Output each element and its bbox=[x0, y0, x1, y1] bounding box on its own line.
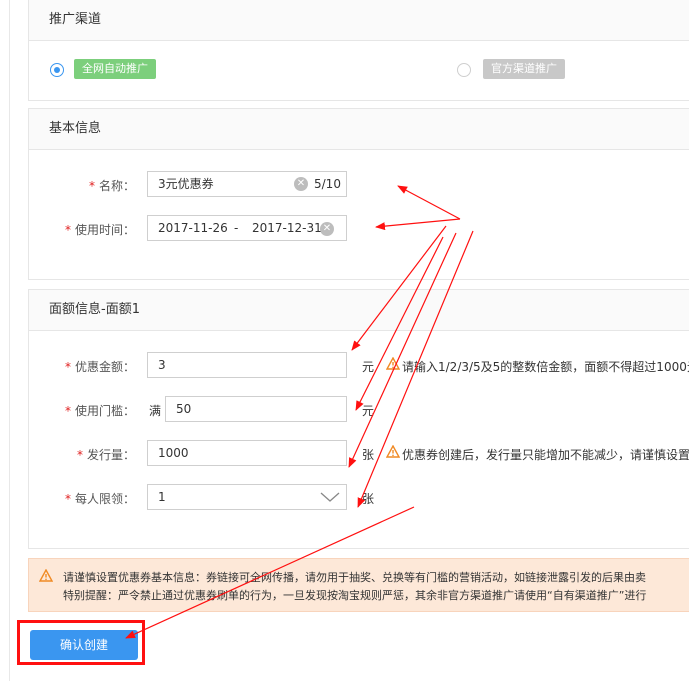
name-char-count: 5/10 bbox=[314, 177, 341, 191]
limit-label-text: 每人限领： bbox=[74, 492, 135, 506]
warning-icon bbox=[386, 357, 400, 370]
issue-input[interactable]: 1000 bbox=[147, 440, 347, 466]
required-star: * bbox=[64, 223, 71, 237]
radio-auto-promotion[interactable] bbox=[50, 63, 64, 77]
denomination-panel: 面额信息-面额1 bbox=[28, 289, 689, 549]
notice-box: 请谨慎设置优惠券基本信息：券链接可全网传播，请勿用于抽奖、兑换等有门槛的营销活动… bbox=[28, 558, 689, 612]
amount-value: 3 bbox=[158, 358, 166, 372]
name-value: 3元优惠券 bbox=[158, 177, 214, 191]
threshold-prefix: 满 bbox=[149, 404, 162, 418]
amount-label: * 优惠金额： bbox=[15, 358, 135, 375]
clear-date-icon[interactable]: ✕ bbox=[320, 222, 334, 236]
amount-tip: 请输入1/2/3/5及5的整数倍金额，面额不得超过1000元 bbox=[402, 360, 689, 374]
threshold-input[interactable]: 50 bbox=[165, 396, 347, 422]
amount-label-text: 优惠金额： bbox=[74, 360, 135, 374]
issue-label-text: 发行量： bbox=[86, 448, 135, 462]
required-star: * bbox=[88, 179, 95, 193]
warning-icon bbox=[386, 445, 400, 458]
amount-unit: 元 bbox=[362, 360, 375, 374]
warning-icon bbox=[39, 569, 53, 582]
limit-select[interactable]: 1 bbox=[147, 484, 347, 510]
option-official-promotion-label[interactable]: 官方渠道推广 bbox=[483, 59, 565, 79]
left-divider bbox=[9, 0, 10, 681]
limit-label: * 每人限领： bbox=[15, 490, 135, 507]
channel-panel: 推广渠道 全网自动推广 官方渠道推广 bbox=[28, 0, 689, 101]
date-range-input[interactable]: 2017-11-26 - 2017-12-31 bbox=[147, 215, 347, 241]
channel-title: 推广渠道 bbox=[29, 0, 689, 41]
issue-tip: 优惠券创建后，发行量只能增加不能减少，请谨慎设置 bbox=[402, 448, 689, 462]
denomination-title: 面额信息-面额1 bbox=[29, 290, 689, 331]
threshold-label-text: 使用门槛： bbox=[74, 404, 135, 418]
basic-info-title: 基本信息 bbox=[29, 109, 689, 150]
required-star: * bbox=[64, 404, 71, 418]
issue-label: * 发行量： bbox=[15, 446, 135, 463]
basic-info-panel: 基本信息 bbox=[28, 108, 689, 280]
annotation-highlight-box bbox=[17, 620, 145, 665]
notice-line-1: 请谨慎设置优惠券基本信息：券链接可全网传播，请勿用于抽奖、兑换等有门槛的营销活动… bbox=[63, 571, 646, 584]
threshold-label: * 使用门槛： bbox=[15, 402, 135, 419]
limit-unit: 张 bbox=[362, 492, 375, 506]
limit-value: 1 bbox=[158, 490, 166, 504]
start-date: 2017-11-26 bbox=[158, 221, 228, 235]
required-star: * bbox=[64, 360, 71, 374]
required-star: * bbox=[76, 448, 83, 462]
radio-official-promotion[interactable] bbox=[457, 63, 471, 77]
time-label: * 使用时间： bbox=[15, 221, 135, 238]
threshold-value: 50 bbox=[176, 402, 192, 416]
name-label-text: 名称： bbox=[98, 179, 135, 193]
end-date: 2017-12-31 bbox=[252, 221, 322, 235]
chevron-down-icon[interactable] bbox=[320, 492, 340, 502]
amount-input[interactable]: 3 bbox=[147, 352, 347, 378]
issue-value: 1000 bbox=[158, 446, 189, 460]
notice-line-2: 特别提醒：严令禁止通过优惠券刷单的行为，一旦发现按淘宝规则严惩，其余非官方渠道推… bbox=[63, 589, 647, 602]
name-label: * 名称： bbox=[15, 177, 135, 194]
option-auto-promotion-label[interactable]: 全网自动推广 bbox=[74, 59, 156, 79]
required-star: * bbox=[64, 492, 71, 506]
date-separator: - bbox=[234, 221, 239, 235]
issue-unit: 张 bbox=[362, 448, 375, 462]
clear-name-icon[interactable]: ✕ bbox=[294, 177, 308, 191]
time-label-text: 使用时间： bbox=[74, 223, 135, 237]
threshold-unit: 元 bbox=[362, 404, 375, 418]
